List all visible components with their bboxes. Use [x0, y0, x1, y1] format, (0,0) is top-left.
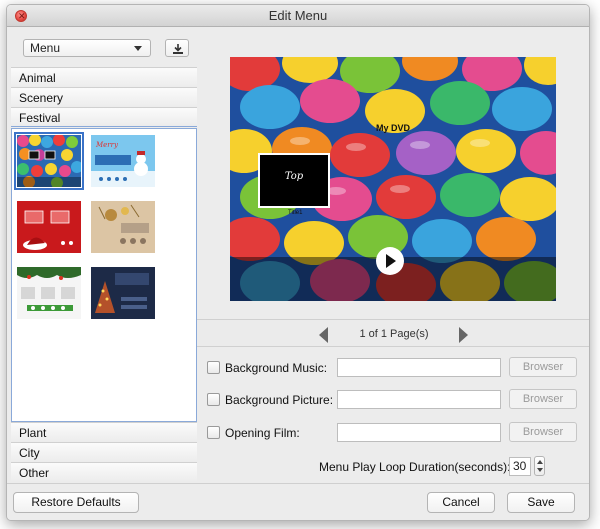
snowman-thumbnail-image: Merry: [91, 135, 155, 187]
template-thumbnail-grid: Merry: [11, 128, 197, 422]
page-indicator: 1 of 1 Page(s): [359, 328, 429, 340]
category-label: Plant: [19, 426, 47, 440]
category-label: Other: [19, 466, 50, 480]
preview-frame: My DVD Top Title1: [197, 27, 589, 319]
chapter-box-text: Top: [284, 171, 304, 182]
category-animal[interactable]: Animal: [11, 67, 197, 87]
opening-film-browse-button[interactable]: Browser: [509, 422, 577, 442]
category-scenery[interactable]: Scenery: [11, 87, 197, 107]
background-music-label: Background Music:: [225, 361, 328, 375]
restore-defaults-button[interactable]: Restore Defaults: [13, 492, 139, 513]
category-other[interactable]: Other: [11, 462, 197, 482]
loop-duration-input[interactable]: 30: [509, 457, 531, 476]
menu-title-text[interactable]: My DVD: [376, 123, 410, 133]
menu-select[interactable]: Menu: [23, 39, 151, 57]
stepper-down-icon[interactable]: [537, 468, 543, 472]
title-bar: ✕ Edit Menu: [7, 5, 589, 27]
template-thumbnail[interactable]: [14, 132, 84, 190]
background-picture-browse-button[interactable]: Browser: [509, 389, 577, 409]
category-label: City: [19, 446, 40, 460]
template-panel: Menu Animal Scenery Festival Merry Plant…: [11, 27, 197, 483]
category-label: Festival: [19, 111, 61, 125]
background-picture-checkbox[interactable]: [207, 393, 220, 406]
background-music-checkbox[interactable]: [207, 361, 220, 374]
download-button[interactable]: [165, 39, 189, 57]
chapter-label[interactable]: Title1: [288, 210, 302, 216]
page-navigator: 1 of 1 Page(s): [197, 319, 589, 347]
background-music-input[interactable]: [337, 358, 501, 377]
night-tree-thumbnail-image: [91, 267, 155, 319]
category-label: Scenery: [19, 91, 64, 105]
category-label: Animal: [19, 71, 56, 85]
opening-film-row: Opening Film: Browser: [207, 422, 587, 443]
next-page-button[interactable]: [459, 327, 468, 343]
background-picture-input[interactable]: [337, 390, 501, 409]
category-festival[interactable]: Festival: [11, 107, 197, 127]
opening-film-checkbox[interactable]: [207, 426, 220, 439]
cancel-button[interactable]: Cancel: [427, 492, 495, 513]
ornament-thumbnail-image: [91, 201, 155, 253]
background-music-browse-button[interactable]: Browser: [509, 357, 577, 377]
template-thumbnail[interactable]: Merry: [91, 135, 155, 187]
loop-duration-label: Menu Play Loop Duration(seconds):: [319, 460, 511, 474]
template-thumbnail[interactable]: [17, 201, 81, 253]
category-list-top: Animal Scenery Festival: [11, 67, 197, 127]
previous-page-button[interactable]: [319, 327, 328, 343]
chevron-down-icon: [134, 46, 142, 51]
template-thumbnail[interactable]: [91, 201, 155, 253]
category-city[interactable]: City: [11, 442, 197, 462]
download-icon: [173, 44, 183, 54]
stepper-up-icon[interactable]: [537, 460, 543, 464]
template-thumbnail[interactable]: [17, 267, 81, 319]
loop-duration-stepper[interactable]: [534, 456, 545, 476]
pine-thumbnail-image: [17, 267, 81, 319]
candy-thumbnail-image: [17, 135, 81, 187]
category-list-bottom: Plant City Other: [11, 422, 197, 482]
play-button[interactable]: [376, 247, 404, 275]
template-thumbnail[interactable]: [91, 267, 155, 319]
edit-menu-window: ✕ Edit Menu Menu Animal Scenery Festival: [6, 4, 590, 521]
background-music-row: Background Music: Browser: [207, 357, 587, 378]
category-plant[interactable]: Plant: [11, 422, 197, 442]
santa-thumbnail-image: [17, 201, 81, 253]
svg-text:Merry: Merry: [95, 141, 119, 149]
menu-select-value: Menu: [30, 41, 61, 55]
editor-panel: My DVD Top Title1 1 of 1 Page(s) Backgro…: [197, 27, 589, 483]
opening-film-input[interactable]: [337, 423, 501, 442]
window-title: Edit Menu: [268, 8, 328, 23]
dialog-footer: Restore Defaults Cancel Save: [7, 483, 589, 520]
menu-preview: My DVD Top Title1: [230, 57, 556, 301]
background-picture-label: Background Picture:: [225, 393, 334, 407]
chapter-thumbnail-box[interactable]: Top: [258, 153, 330, 208]
background-picture-row: Background Picture: Browser: [207, 389, 587, 410]
opening-film-label: Opening Film:: [225, 426, 300, 440]
play-icon: [386, 254, 396, 268]
save-button[interactable]: Save: [507, 492, 575, 513]
